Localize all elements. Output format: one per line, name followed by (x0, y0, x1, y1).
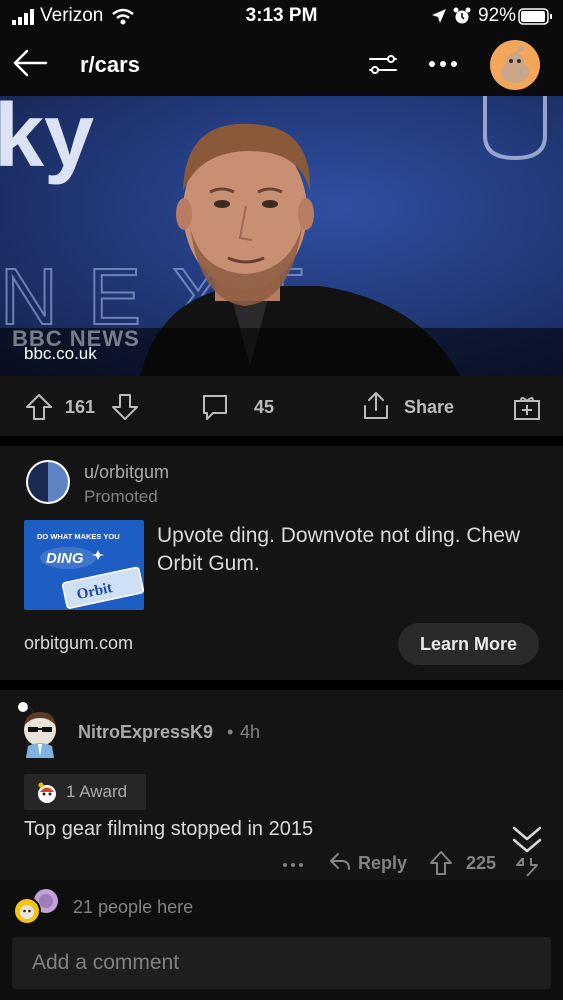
award-badge[interactable]: 1 Award (24, 774, 146, 810)
orbit-gum-ad-image: DO WHAT MAKES YOU DING Orbit (24, 520, 144, 610)
award-count: 1 Award (66, 782, 128, 801)
comment-footer: 21 people here (0, 880, 563, 1000)
wholesome-award-icon (34, 779, 60, 805)
comment-count: 45 (254, 397, 275, 417)
upvote-count: 161 (65, 397, 96, 417)
post-action-bar: 161 45 Share (0, 376, 563, 436)
location-icon (432, 9, 446, 23)
post-domain-link[interactable]: bbc.co.uk (24, 344, 97, 364)
sort-filter-icon[interactable] (368, 49, 398, 79)
ad-domain[interactable]: orbitgum.com (24, 633, 133, 654)
add-comment-input[interactable] (12, 937, 551, 989)
comment-score: 225 (466, 853, 497, 873)
reply-arrow-icon[interactable] (328, 850, 352, 874)
promoted-post[interactable]: u/orbitgum Promoted DO WHAT MAKES YOU DI… (0, 446, 563, 680)
downvote-icon[interactable] (110, 392, 140, 422)
comment: NitroExpressK9 • 4h 1 Award Top gear fil… (0, 690, 563, 880)
ad-ding-text: DING (46, 550, 84, 567)
comment-downvote-icon[interactable] (514, 858, 540, 878)
battery-percent: 92% (478, 5, 517, 26)
back-arrow-icon[interactable] (12, 48, 48, 78)
reply-button[interactable]: Reply (358, 853, 407, 874)
comment-body: Top gear filming stopped in 2015 (24, 818, 314, 840)
award-gift-icon[interactable] (512, 392, 542, 422)
ad-tagline: DO WHAT MAKES YOU (37, 532, 120, 541)
meta-separator: • (227, 722, 234, 742)
ad-thumbnail[interactable]: DO WHAT MAKES YOU DING Orbit (24, 520, 144, 610)
subreddit-title[interactable]: r/cars (80, 52, 140, 78)
commenter-avatar[interactable] (14, 700, 66, 758)
svg-text:ky: ky (0, 96, 94, 186)
battery-icon (518, 8, 553, 25)
divider (0, 436, 563, 446)
comment-author[interactable]: NitroExpressK9 (78, 722, 213, 743)
app-header: r/cars (0, 34, 563, 96)
comment-age: 4h (240, 722, 261, 742)
alarm-icon (453, 7, 471, 25)
snoo-avatar-icon (501, 46, 529, 83)
ad-headline[interactable]: Upvote ding. Downvote not ding. Chew Orb… (157, 522, 537, 578)
online-count: 21 people here (73, 897, 194, 917)
share-button[interactable]: Share (404, 397, 454, 418)
user-avatar[interactable] (490, 40, 540, 90)
upvote-icon[interactable] (24, 392, 54, 422)
advertiser-username[interactable]: u/orbitgum (84, 462, 169, 483)
online-users-avatars (12, 888, 62, 926)
share-icon[interactable] (360, 390, 392, 422)
comment-upvote-icon[interactable] (428, 850, 454, 876)
more-options-icon[interactable] (428, 60, 458, 68)
comment-more-icon[interactable] (282, 862, 304, 868)
promoted-label: Promoted (84, 487, 158, 506)
advertiser-avatar[interactable] (24, 458, 72, 506)
status-bar: Verizon 3:13 PM 92% (0, 0, 563, 34)
divider (0, 680, 563, 690)
collapse-chevron-icon[interactable] (510, 824, 544, 856)
comment-icon[interactable] (200, 392, 230, 422)
post-image[interactable]: ky NEXT BBC NEWS bbc.co.uk (0, 96, 563, 376)
learn-more-button[interactable]: Learn More (398, 623, 539, 665)
